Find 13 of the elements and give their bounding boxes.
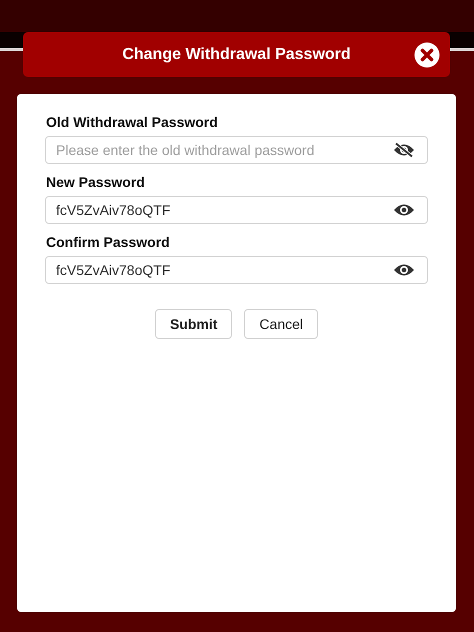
dialog-title: Change Withdrawal Password bbox=[122, 46, 351, 64]
close-button[interactable] bbox=[414, 42, 440, 68]
submit-button[interactable]: Submit bbox=[154, 309, 232, 339]
password-field[interactable]: fcV5ZvAiv78oQTF bbox=[45, 256, 428, 284]
password-field[interactable]: fcV5ZvAiv78oQTF bbox=[45, 196, 428, 224]
eye-slash-icon[interactable] bbox=[393, 142, 415, 158]
field-label: Old Withdrawal Password bbox=[46, 114, 219, 130]
field-label: New Password bbox=[46, 174, 146, 190]
cancel-button[interactable]: Cancel bbox=[244, 309, 318, 339]
field-label: Confirm Password bbox=[46, 234, 171, 250]
eye-icon[interactable] bbox=[393, 262, 415, 278]
eye-icon[interactable] bbox=[393, 202, 415, 218]
password-field[interactable]: Please enter the old withdrawal password bbox=[45, 136, 428, 164]
